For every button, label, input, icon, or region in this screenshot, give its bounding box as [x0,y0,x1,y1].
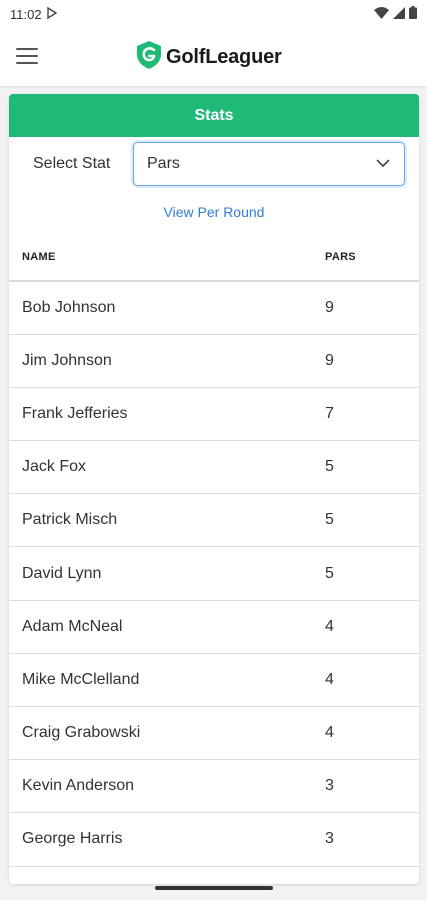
player-name: Frank Jefferies [22,404,128,422]
home-indicator[interactable] [155,886,273,890]
table-row[interactable]: Adam McNeal 4 [9,600,419,654]
select-stat-row: Select Stat Pars [9,137,419,191]
app-bar: GolfLeaguer [0,28,427,86]
player-name: Adam McNeal [22,617,123,635]
signal-icon [393,6,405,22]
player-name: George Harris [22,830,123,848]
player-name: Kevin Anderson [22,777,135,795]
view-per-round-link[interactable]: View Per Round [164,204,265,220]
player-name: David Lynn [22,564,102,582]
player-stat-value: 5 [325,564,334,582]
table-row[interactable]: Patrick Misch 5 [9,494,419,547]
player-stat-value: 9 [325,351,334,369]
table-row[interactable]: Mike McClelland 4 [9,653,419,707]
player-name: Craig Grabowski [22,724,141,742]
status-time: 11:02 [10,6,42,22]
player-name: Mike McClelland [22,670,140,688]
player-name: Bob Johnson [22,298,116,316]
player-stat-value: 5 [325,511,334,529]
stat-select-dropdown[interactable]: Pars [133,142,405,186]
stats-card: Stats Select Stat Pars View Per Round NA… [9,94,419,884]
player-name: Jack Fox [22,458,87,476]
chevron-down-icon [376,155,390,173]
table-row[interactable]: Jim Johnson 9 [9,334,419,388]
player-stat-value: 4 [325,617,334,635]
table-row[interactable]: David Lynn 5 [9,547,419,601]
select-stat-label: Select Stat [33,155,111,172]
player-stat-value: 4 [325,724,334,742]
table-row[interactable]: Kevin Anderson 3 [9,760,419,813]
stats-header: Stats [9,94,419,137]
player-stat-value: 3 [325,830,334,848]
hamburger-menu-icon[interactable] [16,48,38,64]
player-name: Jim Johnson [22,351,112,369]
table-row[interactable]: George Harris 3 [9,813,419,867]
table-row[interactable]: Frank Jefferies 7 [9,387,419,441]
selected-stat-value: Pars [147,155,180,172]
player-stat-value: 9 [325,298,334,316]
status-bar: 11:02 [0,0,427,28]
player-stat-value: 4 [325,670,334,688]
table-row[interactable]: Craig Grabowski 4 [9,707,419,760]
app-logo: GolfLeaguer [136,40,282,75]
play-icon [46,6,58,22]
column-header-value: PARS [325,250,356,263]
app-name: GolfLeaguer [166,46,282,68]
table-row[interactable]: Bob Johnson 9 [9,281,419,335]
table-row[interactable]: Jack Fox 5 [9,441,419,494]
player-stat-value: 7 [325,404,334,422]
stats-table: NAME PARS Bob Johnson 9 Jim Johnson 9 Fr… [9,233,419,867]
battery-icon [409,6,417,22]
player-name: Patrick Misch [22,511,118,529]
view-per-round-row: View Per Round [9,191,419,233]
shield-logo-icon [136,40,162,75]
player-stat-value: 3 [325,777,334,795]
wifi-icon [374,6,389,22]
column-header-name: NAME [22,250,56,263]
player-stat-value: 5 [325,458,334,476]
table-header-row: NAME PARS [9,233,419,281]
